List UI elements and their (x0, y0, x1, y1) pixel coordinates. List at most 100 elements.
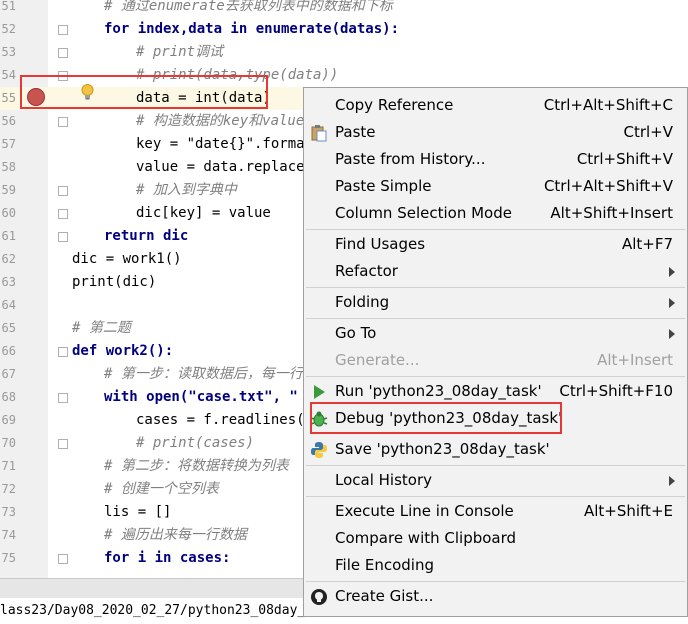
menu-separator (306, 465, 685, 466)
line-number: 56 (1, 114, 16, 128)
line-number: 67 (1, 367, 16, 381)
fold-marker-icon[interactable] (58, 209, 68, 219)
line-number: 71 (1, 459, 16, 473)
breakpoint-highlight-box (20, 75, 268, 109)
menu-item-label: Compare with Clipboard (335, 529, 517, 547)
line-number: 69 (1, 413, 16, 427)
menu-item-go-to[interactable]: Go To (304, 320, 687, 347)
code-text: # 遍历出来每一行数据 (104, 527, 247, 543)
menu-item-paste-simple[interactable]: Paste Simple Ctrl+Alt+Shift+V (304, 173, 687, 200)
menu-item-local-history[interactable]: Local History (304, 467, 687, 494)
fold-marker-icon[interactable] (58, 393, 68, 403)
line-number: 65 (1, 321, 16, 335)
menu-item-generate: Generate... Alt+Insert (304, 347, 687, 374)
menu-item-shortcut: Alt+Shift+Insert (550, 204, 673, 222)
context-menu: Copy Reference Ctrl+Alt+Shift+C Paste Ct… (303, 87, 688, 617)
menu-item-compare-with-clipboard[interactable]: Compare with Clipboard (304, 525, 687, 552)
menu-item-execute-line-in-console[interactable]: Execute Line in Console Alt+Shift+E (304, 498, 687, 525)
menu-item-create-gist[interactable]: Create Gist... (304, 583, 687, 610)
menu-item-run[interactable]: Run 'python23_08day_task' Ctrl+Shift+F10 (304, 378, 687, 405)
fold-marker-icon[interactable] (58, 554, 68, 564)
menu-item-copy-reference[interactable]: Copy Reference Ctrl+Alt+Shift+C (304, 92, 687, 119)
code-line[interactable]: 51 # 通过enumerate去获取列表中的数据和下标 (0, 0, 688, 18)
code-text: # print调试 (136, 44, 224, 60)
code-line[interactable]: 53 # print调试 (0, 41, 688, 64)
menu-item-paste-from-history[interactable]: Paste from History... Ctrl+Shift+V (304, 146, 687, 173)
menu-item-shortcut: Ctrl+Shift+V (576, 150, 673, 168)
menu-item-shortcut: Ctrl+Alt+Shift+V (543, 177, 673, 195)
menu-item-shortcut: Ctrl+V (623, 123, 673, 141)
line-number: 52 (1, 22, 16, 36)
menu-item-shortcut: Alt+Shift+E (583, 502, 673, 520)
menu-item-file-encoding[interactable]: File Encoding (304, 552, 687, 579)
fold-marker-icon[interactable] (58, 232, 68, 242)
menu-item-label: Paste from History... (335, 150, 486, 168)
menu-separator (306, 496, 685, 497)
code-text: return dic (104, 228, 189, 244)
menu-item-save[interactable]: Save 'python23_08day_task' (304, 436, 687, 463)
fold-marker-icon[interactable] (58, 48, 68, 58)
code-text: dic[key] = value (136, 205, 271, 221)
code-text: dic = work1() (72, 251, 182, 267)
line-number: 73 (1, 505, 16, 519)
fold-marker-icon[interactable] (58, 439, 68, 449)
code-text: key = "date{}".forma (136, 136, 305, 152)
menu-item-label: File Encoding (335, 556, 434, 574)
code-text: cases = f.readlines() (136, 412, 314, 428)
line-number: 59 (1, 183, 16, 197)
code-text: with open("case.txt", " (104, 389, 298, 405)
menu-item-label: Paste Simple (335, 177, 432, 195)
menu-item-label: Copy Reference (335, 96, 454, 114)
line-number: 63 (1, 275, 16, 289)
line-number: 72 (1, 482, 16, 496)
line-number: 64 (1, 298, 16, 312)
line-number: 62 (1, 252, 16, 266)
line-number: 54 (1, 68, 16, 82)
fold-marker-icon[interactable] (58, 347, 68, 357)
menu-item-refactor[interactable]: Refactor (304, 258, 687, 285)
line-number: 68 (1, 390, 16, 404)
code-text: # 加入到字典中 (136, 182, 237, 198)
menu-item-find-usages[interactable]: Find Usages Alt+F7 (304, 231, 687, 258)
line-number: 55 (1, 91, 16, 105)
menu-separator (306, 581, 685, 582)
submenu-arrow-icon (669, 329, 675, 339)
fold-marker-icon[interactable] (58, 186, 68, 196)
run-icon (314, 385, 325, 399)
code-text: print(dic) (72, 274, 157, 290)
menu-separator (306, 287, 685, 288)
line-number: 75 (1, 551, 16, 565)
code-text: for i in cases: (104, 550, 231, 566)
menu-item-shortcut: Alt+Insert (597, 351, 673, 369)
fold-marker-icon[interactable] (58, 25, 68, 35)
menu-item-shortcut: Alt+F7 (621, 235, 673, 253)
fold-marker-icon[interactable] (58, 117, 68, 127)
menu-item-label: Find Usages (335, 235, 426, 253)
menu-item-shortcut: Ctrl+Alt+Shift+C (543, 96, 673, 114)
code-text: # 创建一个空列表 (104, 481, 219, 497)
menu-item-label: Refactor (335, 262, 398, 280)
code-text: # 第二步：将数据转换为列表 (104, 458, 289, 474)
line-number: 74 (1, 528, 16, 542)
menu-item-label: Local History (335, 471, 433, 489)
debug-highlight-box (310, 402, 562, 434)
line-number: 57 (1, 137, 16, 151)
menu-item-label: Create Gist... (335, 587, 434, 605)
code-text: # 通过enumerate去获取列表中的数据和下标 (104, 0, 393, 14)
submenu-arrow-icon (669, 267, 675, 277)
menu-item-folding[interactable]: Folding (304, 289, 687, 316)
code-line[interactable]: 52 for index,data in enumerate(datas): (0, 18, 688, 41)
code-text: # 第二题 (72, 320, 131, 336)
line-number: 66 (1, 344, 16, 358)
menu-item-paste[interactable]: Paste Ctrl+V (304, 119, 687, 146)
menu-item-column-selection-mode[interactable]: Column Selection Mode Alt+Shift+Insert (304, 200, 687, 227)
menu-item-shortcut: Ctrl+Shift+F10 (559, 382, 673, 400)
code-text: # 构造数据的key和value (136, 113, 305, 129)
submenu-arrow-icon (669, 476, 675, 486)
code-text: # print(cases) (136, 435, 255, 451)
code-text: # 第一步：读取数据后，每一行 (104, 366, 303, 382)
line-number: 51 (1, 0, 16, 13)
code-text: for index,data in enumerate(datas): (104, 21, 400, 37)
menu-item-label: Execute Line in Console (335, 502, 514, 520)
github-icon (311, 589, 327, 605)
